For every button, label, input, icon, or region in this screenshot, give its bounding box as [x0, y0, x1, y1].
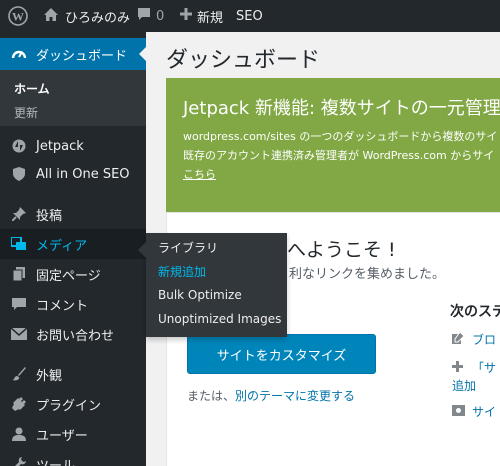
comments-count: 0: [156, 8, 165, 24]
sidebar-item-contact[interactable]: お問い合わせ: [0, 319, 146, 349]
sidebar-item-users[interactable]: ユーザー: [0, 419, 146, 449]
user-icon: [11, 426, 27, 442]
sidebar-item-media[interactable]: メディア: [0, 229, 146, 259]
seo-label: SEO: [236, 8, 263, 24]
sidebar-item-label: プラグイン: [36, 398, 102, 414]
submenu-item-home[interactable]: ホーム: [14, 80, 50, 97]
new-content-link[interactable]: 新規: [180, 0, 223, 32]
jetpack-notice-text: wordpress.com/sites の一つのダッシュボードから複数のサイ: [183, 130, 498, 143]
jetpack-notice-banner: Jetpack 新機能: 複数サイトの一元管理 wordpress.com/si…: [166, 78, 500, 219]
new-content-label: 新規: [197, 10, 224, 26]
sidebar-item-posts[interactable]: 投稿: [0, 199, 146, 229]
sidebar-item-tools[interactable]: ツール: [0, 449, 146, 466]
change-theme-prefix: または、: [187, 389, 236, 403]
dashboard-submenu: ホーム 更新: [0, 70, 146, 126]
media-flyout-menu: ライブラリ 新規追加 Bulk Optimize Unoptimized Ima…: [138, 233, 287, 337]
sidebar-item-label: メディア: [36, 238, 88, 254]
next-step-label: 追加: [452, 379, 477, 393]
jetpack-icon: [11, 138, 27, 154]
jetpack-notice-title: Jetpack 新機能: 複数サイトの一元管理: [183, 98, 500, 119]
page-title: ダッシュボード: [166, 48, 321, 73]
comments-link[interactable]: 0: [137, 0, 164, 32]
sidebar-item-label: ユーザー: [36, 428, 88, 444]
welcome-subtitle: 利なリンクを集めました。: [289, 267, 446, 282]
plus-icon: [452, 361, 466, 375]
flyout-item-library[interactable]: ライブラリ: [158, 239, 218, 256]
sidebar-item-label: コメント: [36, 298, 89, 314]
sidebar-item-label: Jetpack: [36, 138, 84, 154]
sidebar-item-dashboard[interactable]: ダッシュボード: [0, 38, 147, 70]
sidebar-item-label: 投稿: [36, 208, 63, 224]
next-step-item[interactable]: サイ: [452, 403, 496, 420]
svg-text:W: W: [12, 10, 24, 24]
pin-icon: [11, 206, 27, 222]
flyout-item-add-new[interactable]: 新規追加: [158, 263, 206, 280]
next-step-label: 「サ: [472, 361, 497, 375]
view-icon: [452, 405, 466, 419]
next-step-label: ブロ: [472, 333, 497, 347]
gauge-icon: [11, 46, 27, 62]
page-icon: [11, 266, 27, 282]
sidebar-item-comments[interactable]: コメント: [0, 289, 146, 319]
sidebar-item-label: ダッシュボード: [36, 48, 128, 64]
paintbrush-icon: [11, 366, 27, 382]
sidebar-item-label: ツール: [36, 458, 76, 466]
submenu-item-updates[interactable]: 更新: [14, 104, 38, 121]
admin-sidebar: ダッシュボード ホーム 更新 Jetpack All in One SEO 投稿…: [0, 32, 147, 466]
sidebar-item-label: お問い合わせ: [36, 328, 115, 344]
change-theme-line: または、別のテーマに変更する: [187, 387, 355, 404]
seo-menu[interactable]: SEO: [236, 0, 263, 32]
home-icon: [43, 7, 59, 26]
media-icon: [11, 236, 27, 252]
next-step-item[interactable]: 「サ: [452, 359, 496, 376]
next-steps-title: 次のステ: [450, 304, 500, 320]
sidebar-item-label: All in One SEO: [36, 166, 130, 182]
flyout-item-bulk-optimize[interactable]: Bulk Optimize: [158, 288, 242, 302]
flyout-arrow: [138, 242, 146, 258]
admin-bar: W ひろみのみ 0 新規 SEO: [0, 0, 500, 32]
next-step-item-continued[interactable]: 追加: [452, 377, 476, 394]
edit-icon: [452, 331, 466, 347]
sidebar-item-all-in-one-seo[interactable]: All in One SEO: [0, 159, 146, 189]
change-theme-link[interactable]: 別のテーマに変更する: [235, 389, 355, 403]
sidebar-item-jetpack[interactable]: Jetpack: [0, 131, 146, 161]
customize-site-button[interactable]: サイトをカスタマイズ: [187, 334, 376, 374]
wrench-icon: [11, 456, 27, 466]
flyout-item-unoptimized-images[interactable]: Unoptimized Images: [158, 312, 281, 326]
next-step-label: サイ: [472, 405, 497, 419]
jetpack-notice-text: 既存のアカウント連携済み管理者が WordPress.com からサイ: [183, 149, 495, 162]
shield-icon: [11, 166, 27, 182]
sidebar-item-label: 外観: [36, 368, 63, 384]
next-step-item[interactable]: ブロ: [452, 331, 496, 348]
plus-icon: [180, 8, 192, 24]
sidebar-item-appearance[interactable]: 外観: [0, 359, 146, 389]
plug-icon: [11, 396, 27, 412]
site-name-link[interactable]: ひろみのみ: [43, 0, 130, 32]
comment-icon: [11, 296, 27, 312]
sidebar-item-label: 固定ページ: [36, 268, 101, 284]
sidebar-item-pages[interactable]: 固定ページ: [0, 259, 146, 289]
mail-icon: [11, 326, 27, 342]
site-name: ひろみのみ: [65, 10, 131, 26]
welcome-title: へようこそ !: [287, 239, 396, 261]
comment-bubble-icon: [137, 7, 151, 25]
jetpack-notice-link[interactable]: こちら: [183, 166, 216, 182]
wordpress-logo-icon[interactable]: W: [8, 0, 28, 32]
sidebar-item-plugins[interactable]: プラグイン: [0, 389, 146, 419]
